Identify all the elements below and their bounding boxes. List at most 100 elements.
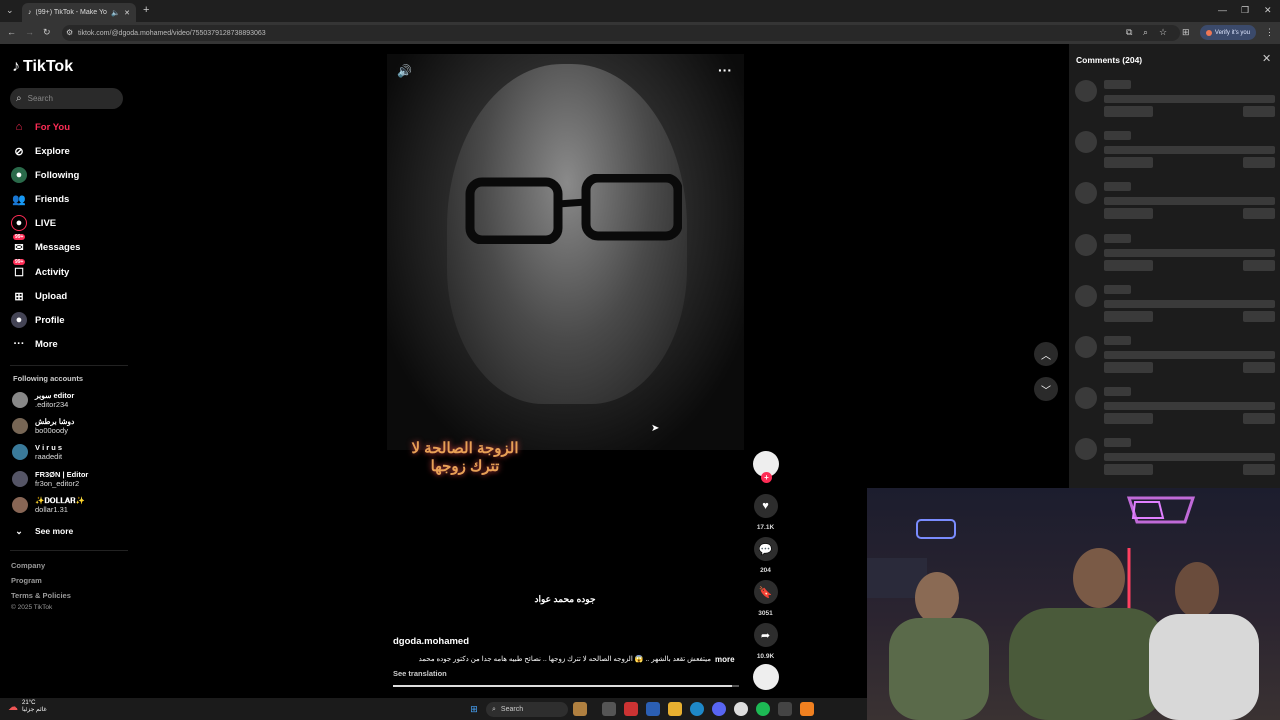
app-icon[interactable] xyxy=(800,702,814,716)
skeleton-line xyxy=(1104,413,1153,424)
compass-icon: ⊘ xyxy=(14,145,24,158)
weather-text: غائم جزئيا xyxy=(22,707,47,713)
verify-label: Verify it's you xyxy=(1214,29,1251,36)
widget-icon[interactable] xyxy=(573,702,587,716)
following-accounts-title: Following accounts xyxy=(13,374,84,383)
nav-for-you[interactable]: ⌂ For You xyxy=(11,119,70,135)
sound-avatar[interactable] xyxy=(753,664,779,690)
back-icon[interactable]: ← xyxy=(7,28,16,37)
skeleton-line xyxy=(1104,453,1275,461)
avatar xyxy=(12,392,28,408)
close-window-icon[interactable]: ✕ xyxy=(1264,6,1272,15)
nav-label: Friends xyxy=(35,193,70,205)
account-user: fr3on_editor2 xyxy=(35,479,80,488)
nav-live[interactable]: ● LIVE xyxy=(11,215,56,231)
save-count: 3051 xyxy=(758,610,773,617)
file-explorer-icon[interactable] xyxy=(668,702,682,716)
nav-label: Profile xyxy=(35,314,65,326)
avatar xyxy=(12,497,28,513)
footer-terms[interactable]: Terms & Policies xyxy=(11,591,71,600)
app-icon[interactable] xyxy=(624,702,638,716)
activity-badge: 99+ xyxy=(13,259,26,265)
comment-button[interactable]: 💬 204 xyxy=(752,537,779,574)
more-options-icon[interactable]: ··· xyxy=(718,62,732,78)
bookmark-star-icon[interactable]: ☆ xyxy=(1159,28,1167,37)
forward-icon[interactable]: → xyxy=(25,28,34,37)
account-user: raadedit xyxy=(35,452,63,461)
skeleton-line xyxy=(1243,413,1275,424)
tiktok-note-icon: ♪ xyxy=(12,58,20,75)
skeleton-line xyxy=(1243,106,1275,117)
reload-icon[interactable]: ↻ xyxy=(43,28,51,37)
zoom-icon[interactable]: ⌕ xyxy=(1143,28,1148,37)
discord-icon[interactable] xyxy=(712,702,726,716)
footer-company[interactable]: Company xyxy=(11,561,45,570)
edge-icon[interactable] xyxy=(690,702,704,716)
spotify-icon[interactable] xyxy=(756,702,770,716)
taskbar-search[interactable]: ⌕ Search xyxy=(486,702,568,717)
verify-button[interactable]: Verify it's you xyxy=(1200,25,1256,40)
nav-upload[interactable]: ⊞ Upload xyxy=(11,288,67,304)
site-info-icon[interactable]: ⚙ xyxy=(66,29,73,37)
browser-tab[interactable]: ♪ (99+) TikTok - Make Your D... 🔈 ✕ xyxy=(22,3,136,22)
nav-explore[interactable]: ⊘ Explore xyxy=(11,143,69,159)
avatar xyxy=(12,418,28,434)
see-translation-link[interactable]: See translation xyxy=(393,669,447,678)
skeleton-line xyxy=(1243,157,1275,168)
weather-widget[interactable]: ☁ 21°C غائم جزئيا xyxy=(8,700,47,714)
save-button[interactable]: 🔖 3051 xyxy=(752,580,779,617)
windows-start-icon[interactable]: ⊞ xyxy=(467,702,481,716)
nav-following[interactable]: ● Following xyxy=(11,167,79,183)
account-item[interactable]: ✨𝐃𝐎𝐋𝐋𝐀𝐑✨ dollar1.31 xyxy=(12,496,85,514)
more-link[interactable]: more xyxy=(715,655,735,664)
video-progress-bar[interactable] xyxy=(393,685,739,687)
skeleton-line xyxy=(1104,260,1153,271)
divider xyxy=(10,365,128,366)
close-tab-icon[interactable]: ✕ xyxy=(124,9,130,17)
skeleton-line xyxy=(1243,208,1275,219)
nav-profile[interactable]: ● Profile xyxy=(11,312,65,328)
tab-list-icon[interactable]: ⌄ xyxy=(6,6,14,15)
skeleton-line xyxy=(1104,208,1153,219)
search-input[interactable]: ⌕ Search xyxy=(10,88,123,109)
next-video-button[interactable]: ﹀ xyxy=(1034,377,1058,401)
nav-label: Upload xyxy=(35,290,68,302)
video-player[interactable] xyxy=(387,54,744,450)
author-name[interactable]: dgoda.mohamed xyxy=(393,636,469,647)
outlook-icon[interactable] xyxy=(646,702,660,716)
previous-video-button[interactable]: ︿ xyxy=(1034,342,1058,366)
nav-messages[interactable]: ✉ 99+ Messages xyxy=(11,234,80,255)
speaker-icon[interactable]: 🔈 xyxy=(111,9,120,17)
close-icon[interactable]: ✕ xyxy=(1262,52,1271,65)
menu-icon[interactable]: ⋮ xyxy=(1265,28,1274,37)
weather-icon: ☁ xyxy=(8,701,18,713)
share-button[interactable]: ➦ 10.9K xyxy=(752,623,779,660)
tiktok-logo[interactable]: ♪ TikTok xyxy=(12,58,73,76)
url-field[interactable]: tiktok.com/@dgoda.mohamed/video/75503791… xyxy=(62,25,1180,41)
settings-icon[interactable] xyxy=(778,702,792,716)
skeleton-line xyxy=(1104,300,1275,308)
extensions-icon[interactable]: ⊞ xyxy=(1182,28,1190,37)
overlay-caption: الزوجة الصالحة لا تترك زوجها xyxy=(411,440,519,475)
see-more-button[interactable]: ⌄ See more xyxy=(11,523,73,539)
minimize-icon[interactable]: — xyxy=(1218,6,1227,15)
account-item[interactable]: V i r u s raadedit xyxy=(12,443,62,461)
friends-icon: 👥 xyxy=(12,193,26,206)
account-item[interactable]: دوشا برطش bo00oody xyxy=(12,417,74,435)
new-tab-icon[interactable]: + xyxy=(143,5,149,16)
nav-more[interactable]: ··· More xyxy=(11,336,58,352)
see-more-label: See more xyxy=(35,526,74,536)
follow-plus-icon[interactable]: + xyxy=(761,472,772,483)
restore-icon[interactable]: ❐ xyxy=(1241,6,1249,15)
install-icon[interactable]: ⧉ xyxy=(1126,28,1132,37)
footer-program[interactable]: Program xyxy=(11,576,42,585)
nav-activity[interactable]: ☐ 99+ Activity xyxy=(11,259,69,280)
chrome-icon[interactable] xyxy=(734,702,748,716)
nav-friends[interactable]: 👥 Friends xyxy=(11,191,69,207)
account-item[interactable]: FR3ØN | Editor fr3on_editor2 xyxy=(12,470,88,488)
skeleton-line xyxy=(1104,131,1131,140)
account-item[interactable]: سوبر editor .editor234 xyxy=(12,391,74,409)
task-view-icon[interactable] xyxy=(602,702,616,716)
like-button[interactable]: ♥ 17.1K xyxy=(752,494,779,531)
volume-icon[interactable]: 🔊 xyxy=(397,64,412,78)
